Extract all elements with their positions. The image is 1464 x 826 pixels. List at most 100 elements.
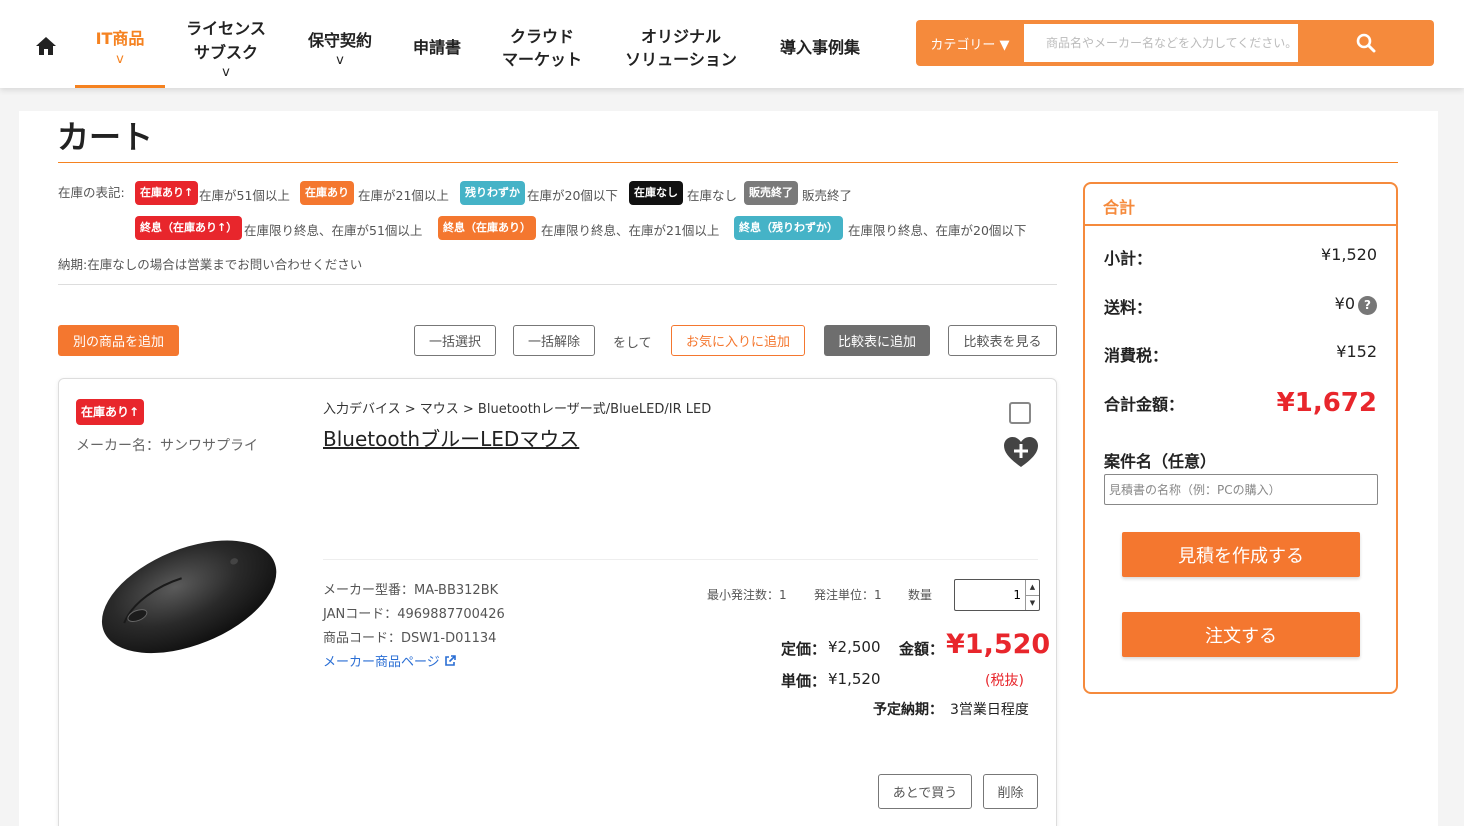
add-other-product-button[interactable]: 別の商品を追加 <box>58 325 179 356</box>
tax-label: 消費税： <box>1104 346 1169 365</box>
card-divider <box>323 559 1038 560</box>
add-compare-button[interactable]: 比較表に追加 <box>824 325 930 356</box>
delivery-note: 納期:在庫なしの場合は営業までお問い合わせください <box>58 257 363 272</box>
nav-maintenance[interactable]: 保守契約 v <box>296 8 384 88</box>
quantity-label: 数量 <box>908 588 933 602</box>
nav-label: 申請書 <box>412 38 461 58</box>
legend-desc: 在庫が21個以上 <box>358 188 449 203</box>
badge-discontinued: 販売終了 <box>744 181 798 205</box>
search-icon <box>1356 33 1376 53</box>
list-price-label: 定価： <box>781 640 827 658</box>
nav-label: サブスク <box>193 42 258 62</box>
amount-label: 金額： <box>899 640 945 658</box>
nav-label: ライセンス <box>186 19 266 39</box>
item-select-checkbox[interactable] <box>1009 402 1031 424</box>
jan-code: JANコード：4969887700426 <box>323 607 505 622</box>
favorite-add-icon[interactable] <box>1002 435 1040 469</box>
nav-label: 保守契約 <box>307 30 372 50</box>
section-divider <box>58 284 1057 285</box>
legend-prefix: 在庫の表記: <box>58 185 125 200</box>
tax-value: ¥152 <box>1336 342 1377 361</box>
place-order-button[interactable]: 注文する <box>1122 612 1360 657</box>
site-header: IT商品 v ライセンス サブスク v 保守契約 v 申請書 クラウド マーケッ… <box>0 0 1464 88</box>
nav-applications[interactable]: 申請書 <box>402 8 472 88</box>
legend-desc: 在庫が51個以上 <box>199 188 290 203</box>
search-button[interactable] <box>1298 20 1434 66</box>
quantity-stepper[interactable]: ▲ ▼ <box>954 579 1040 611</box>
summary-divider <box>1085 224 1396 226</box>
nav-cloud-market[interactable]: クラウド マーケット <box>492 8 592 88</box>
badge-low-stock: 残りわずか <box>460 181 525 205</box>
nav-label: 導入事例集 <box>779 38 860 58</box>
subtotal-value: ¥1,520 <box>1321 245 1377 264</box>
unit-price-label: 単価： <box>781 672 827 690</box>
list-price: ¥2,500 <box>828 638 881 656</box>
shipping-label: 送料： <box>1104 298 1153 317</box>
order-summary: 合計 小計： ¥1,520 送料： ¥0 ? 消費税： ¥152 合計金額： ¥… <box>1083 182 1398 694</box>
category-dropdown[interactable]: カテゴリー ▼ <box>916 20 1024 66</box>
project-name-label: 案件名（任意） <box>1104 452 1217 471</box>
nav-label: オリジナル <box>640 26 721 46</box>
nav-license-subscription[interactable]: ライセンス サブスク v <box>176 8 276 88</box>
order-unit: 発注単位：1 <box>814 588 882 602</box>
subtotal-label: 小計： <box>1104 249 1153 268</box>
min-order: 最小発注数：1 <box>707 588 787 602</box>
toolbar-connector-text: をして <box>613 336 652 351</box>
total-value: ¥1,672 <box>1276 388 1377 418</box>
legend-desc: 在庫限り終息、在庫が20個以下 <box>848 223 1027 238</box>
chevron-down-icon: v <box>116 51 124 67</box>
delete-button[interactable]: 削除 <box>983 774 1038 809</box>
create-estimate-button[interactable]: 見積を作成する <box>1122 532 1360 577</box>
external-link-icon <box>445 655 456 666</box>
nav-case-studies[interactable]: 導入事例集 <box>768 8 872 88</box>
product-image <box>101 540 277 654</box>
amount-value: ¥1,520 <box>946 629 1051 660</box>
home-icon[interactable] <box>34 34 58 58</box>
tax-excluded-note: (税抜) <box>985 673 1024 689</box>
add-favorite-button[interactable]: お気に入りに追加 <box>671 325 805 356</box>
unit-price: ¥1,520 <box>828 670 881 688</box>
legend-desc: 販売終了 <box>802 188 853 203</box>
nav-label: ソリューション <box>625 50 737 69</box>
summary-title: 合計 <box>1103 198 1136 217</box>
badge-in-stock-plus: 在庫あり↑ <box>135 181 199 205</box>
buy-later-button[interactable]: あとで買う <box>878 774 972 809</box>
search-input[interactable] <box>1024 24 1298 62</box>
maker-name: メーカー名：サンワサプライ <box>76 438 258 454</box>
badge-eol-in-stock: 終息（在庫あり） <box>438 216 536 240</box>
badge-out-of-stock: 在庫なし <box>629 181 683 205</box>
nav-it-products[interactable]: IT商品 v <box>75 8 165 88</box>
nav-label: IT商品 <box>95 29 145 49</box>
legend-desc: 在庫限り終息、在庫が21個以上 <box>541 223 720 238</box>
page-title: カート <box>57 118 154 156</box>
delivery-label: 予定納期： <box>873 702 943 718</box>
nav-original-solutions[interactable]: オリジナル ソリューション <box>612 8 750 88</box>
chevron-down-icon: v <box>222 64 230 80</box>
shipping-value: ¥0 <box>1334 294 1355 313</box>
view-compare-button[interactable]: 比較表を見る <box>948 325 1057 356</box>
cart-item-card: 在庫あり↑ メーカー名：サンワサプライ 入力デバイス > マウス > Bluet… <box>58 378 1057 826</box>
nav-label: クラウド <box>509 26 574 46</box>
category-breadcrumb[interactable]: 入力デバイス > マウス > Bluetoothレーザー式/BlueLED/IR… <box>323 398 711 417</box>
product-name-link[interactable]: BluetoothブルーLEDマウス <box>323 423 579 452</box>
increment-icon[interactable]: ▲ <box>1026 580 1039 595</box>
legend-desc: 在庫なし <box>687 188 738 203</box>
maker-model: メーカー型番：MA-BB312BK <box>323 583 499 598</box>
badge-eol-in-stock-plus: 終息（在庫あり↑） <box>135 216 243 240</box>
chevron-down-icon: v <box>336 53 344 69</box>
maker-page-label: メーカー商品ページ <box>323 655 440 670</box>
quantity-input[interactable] <box>955 580 1025 610</box>
title-divider <box>58 162 1398 163</box>
maker-page-link[interactable]: メーカー商品ページ <box>323 651 456 670</box>
total-label: 合計金額： <box>1104 395 1185 414</box>
legend-desc: 在庫が20個以下 <box>527 188 618 203</box>
legend-desc: 在庫限り終息、在庫が51個以上 <box>244 223 423 238</box>
help-icon[interactable]: ? <box>1358 296 1377 315</box>
deselect-all-button[interactable]: 一括解除 <box>513 325 595 356</box>
nav-label: マーケット <box>501 50 582 69</box>
product-code: 商品コード：DSW1-D01134 <box>323 631 497 646</box>
select-all-button[interactable]: 一括選択 <box>414 325 496 356</box>
project-name-input[interactable] <box>1104 474 1378 505</box>
stock-badge: 在庫あり↑ <box>76 399 145 425</box>
decrement-icon[interactable]: ▼ <box>1026 594 1039 611</box>
